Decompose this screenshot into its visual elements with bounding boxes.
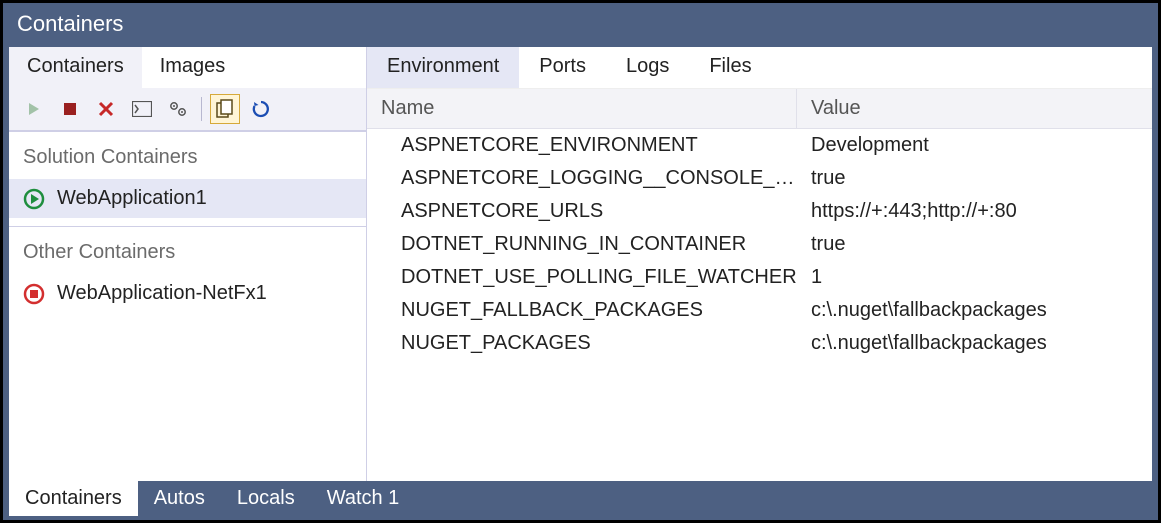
env-name: ASPNETCORE_LOGGING__CONSOLE__DISA... [367, 167, 797, 190]
env-name: DOTNET_USE_POLLING_FILE_WATCHER [367, 266, 797, 289]
env-value: true [797, 233, 1152, 256]
x-icon [97, 100, 115, 118]
container-item-webapplication1[interactable]: WebApplication1 [9, 179, 366, 218]
column-header-value[interactable]: Value [797, 89, 1152, 128]
env-value: true [797, 167, 1152, 190]
detail-tabs: Environment Ports Logs Files [367, 47, 1152, 89]
env-name: NUGET_PACKAGES [367, 332, 797, 355]
bottom-tab-locals[interactable]: Locals [221, 481, 311, 516]
tab-files[interactable]: Files [689, 47, 771, 88]
env-value: https://+:443;http://+:80 [797, 200, 1152, 223]
bottom-tab-watch1[interactable]: Watch 1 [311, 481, 416, 516]
left-panel: Containers Images [9, 47, 367, 481]
window-title: Containers [3, 3, 1158, 47]
container-item-webapplication-netfx1[interactable]: WebApplication-NetFx1 [9, 274, 366, 313]
env-grid-header: Name Value [367, 89, 1152, 129]
toolbar-separator [201, 97, 202, 121]
stop-button[interactable] [55, 94, 85, 124]
copy-icon [216, 99, 234, 119]
terminal-icon [132, 101, 152, 117]
env-name: NUGET_FALLBACK_PACKAGES [367, 299, 797, 322]
body: Containers Images [9, 47, 1152, 481]
gears-icon [168, 100, 188, 118]
containers-tool-window: Containers Containers Images [0, 0, 1161, 523]
env-name: DOTNET_RUNNING_IN_CONTAINER [367, 233, 797, 256]
left-tab-images[interactable]: Images [142, 47, 244, 88]
left-tabs: Containers Images [9, 47, 366, 88]
play-icon [26, 101, 42, 117]
column-header-name[interactable]: Name [367, 89, 797, 128]
table-row[interactable]: ASPNETCORE_LOGGING__CONSOLE__DISA...true [367, 162, 1152, 195]
table-row[interactable]: NUGET_PACKAGESc:\.nuget\fallbackpackages [367, 327, 1152, 360]
right-panel: Environment Ports Logs Files Name Value … [367, 47, 1152, 481]
stop-icon [63, 102, 77, 116]
refresh-icon [251, 99, 271, 119]
table-row[interactable]: DOTNET_RUNNING_IN_CONTAINERtrue [367, 228, 1152, 261]
env-name: ASPNETCORE_ENVIRONMENT [367, 134, 797, 157]
env-value: c:\.nuget\fallbackpackages [797, 299, 1152, 322]
terminal-button[interactable] [127, 94, 157, 124]
container-toolbar [9, 88, 366, 132]
settings-button[interactable] [163, 94, 193, 124]
container-item-label: WebApplication1 [57, 187, 207, 210]
env-value: 1 [797, 266, 1152, 289]
env-name: ASPNETCORE_URLS [367, 200, 797, 223]
bottom-tab-containers[interactable]: Containers [9, 481, 138, 516]
env-value: c:\.nuget\fallbackpackages [797, 332, 1152, 355]
container-item-label: WebApplication-NetFx1 [57, 282, 267, 305]
table-row[interactable]: NUGET_FALLBACK_PACKAGESc:\.nuget\fallbac… [367, 294, 1152, 327]
env-grid-body: ASPNETCORE_ENVIRONMENTDevelopment ASPNET… [367, 129, 1152, 481]
section-header-solution: Solution Containers [9, 132, 366, 179]
tab-ports[interactable]: Ports [519, 47, 606, 88]
bottom-tool-tabs: Containers Autos Locals Watch 1 [9, 481, 1152, 516]
table-row[interactable]: DOTNET_USE_POLLING_FILE_WATCHER1 [367, 261, 1152, 294]
start-button[interactable] [19, 94, 49, 124]
table-row[interactable]: ASPNETCORE_URLShttps://+:443;http://+:80 [367, 195, 1152, 228]
env-value: Development [797, 134, 1152, 157]
table-row[interactable]: ASPNETCORE_ENVIRONMENTDevelopment [367, 129, 1152, 162]
section-header-other: Other Containers [9, 227, 366, 274]
play-circle-icon [23, 188, 45, 210]
tab-environment[interactable]: Environment [367, 47, 519, 88]
bottom-tab-autos[interactable]: Autos [138, 481, 221, 516]
tab-logs[interactable]: Logs [606, 47, 689, 88]
copy-button[interactable] [210, 94, 240, 124]
left-tab-containers[interactable]: Containers [9, 47, 142, 88]
stop-circle-icon [23, 283, 45, 305]
remove-button[interactable] [91, 94, 121, 124]
refresh-button[interactable] [246, 94, 276, 124]
